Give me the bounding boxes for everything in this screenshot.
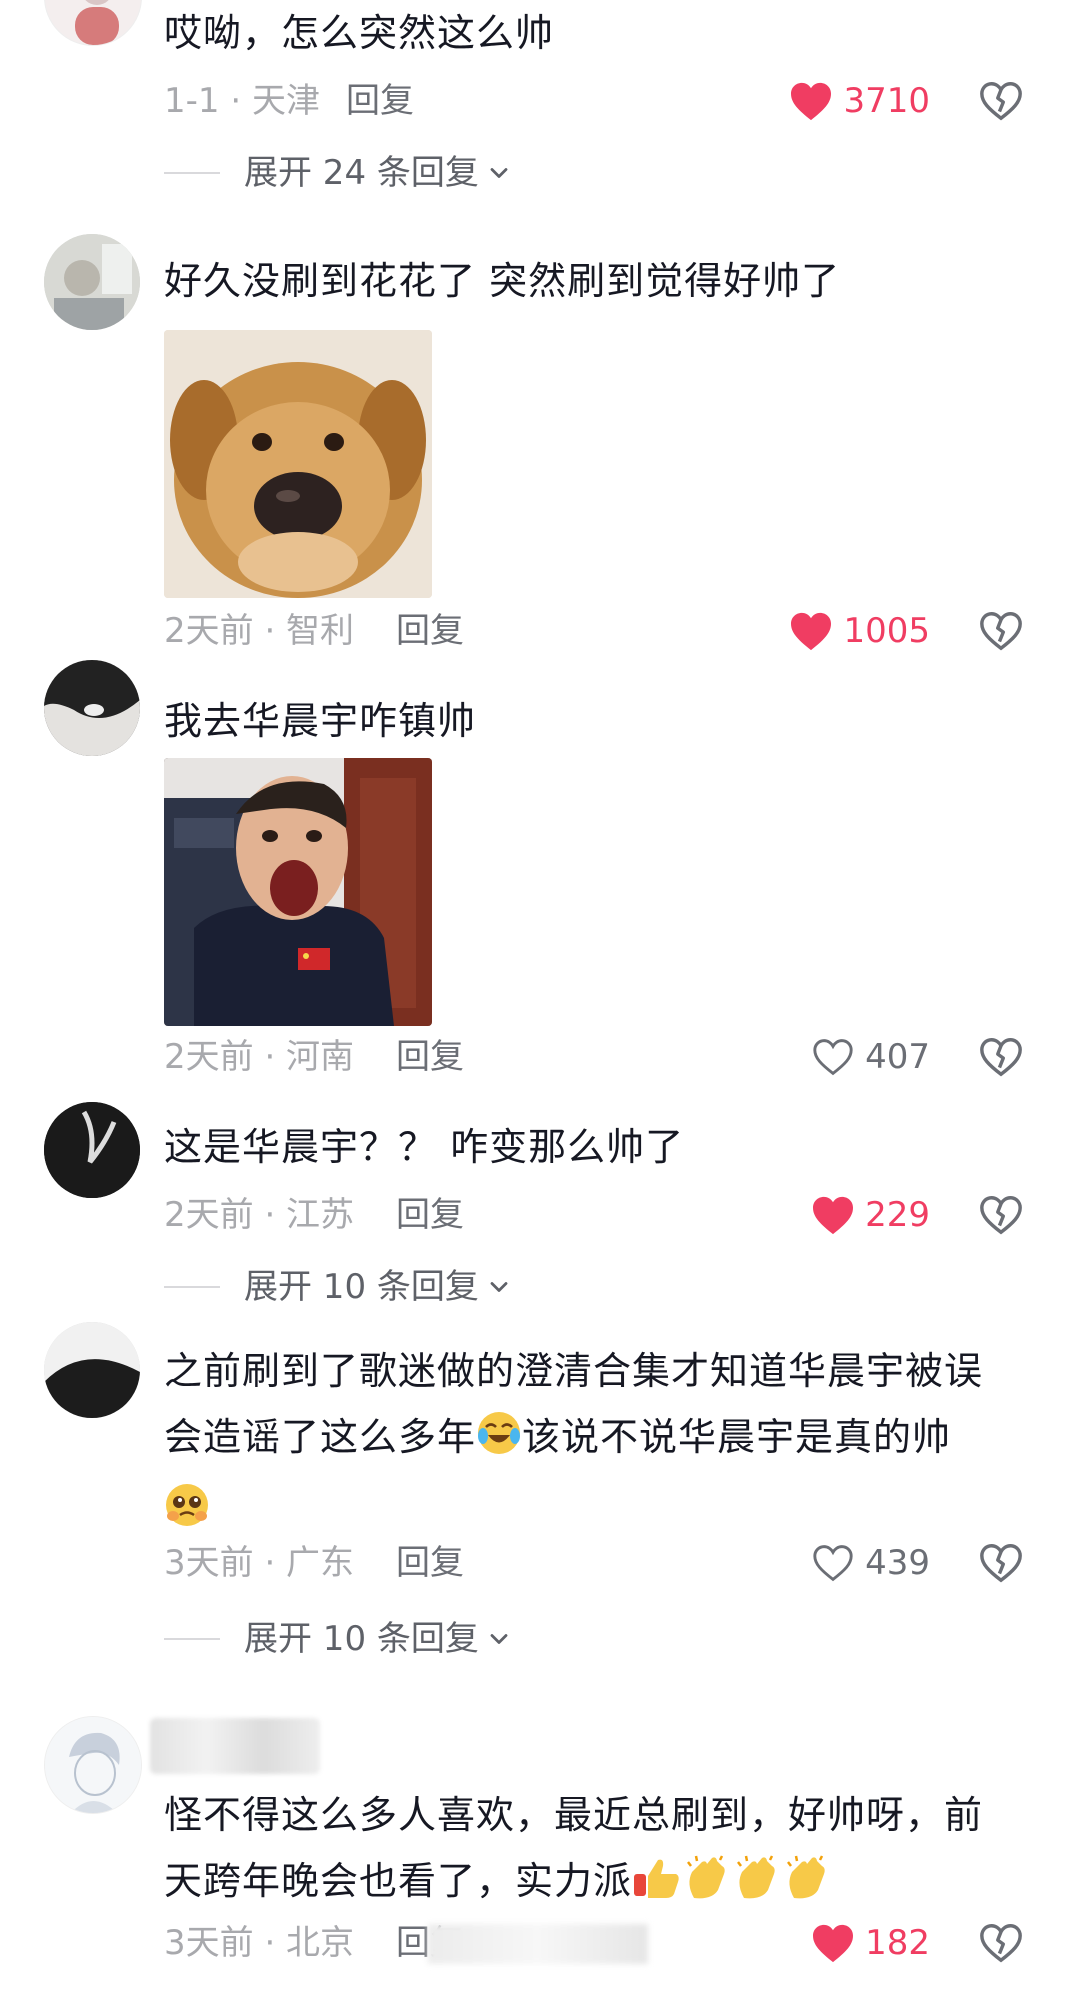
expand-replies-label: 展开 10 条回复 — [244, 1267, 479, 1307]
comment-text-line: 天跨年晚会也看了，实力派 — [164, 1848, 1024, 1920]
like-count: 3710 — [843, 81, 930, 121]
chevron-down-icon — [485, 159, 513, 187]
comment-meta: 2天前 · 江苏 — [164, 1195, 355, 1235]
comment-text-fragment: 该说不说华晨宇是真的帅 — [522, 1415, 952, 1459]
heart-icon — [811, 1195, 855, 1235]
heart-icon — [811, 1037, 855, 1077]
golden-retriever-puppy-meme — [164, 330, 432, 598]
avatar[interactable] — [44, 1716, 142, 1814]
like-button[interactable]: 407 — [811, 1032, 930, 1082]
expand-replies-button[interactable]: 展开 10 条回复 — [164, 1262, 513, 1312]
like-button[interactable]: 439 — [811, 1538, 930, 1588]
blurred-overlay — [428, 1924, 648, 1964]
comment-text: 好久没刷到花花了 突然刷到觉得好帅了 — [164, 259, 841, 303]
clapping-hands-emoji — [782, 1854, 832, 1920]
expand-replies-button[interactable]: 展开 10 条回复 — [164, 1614, 513, 1664]
surprised-man-meme — [164, 758, 432, 1026]
heart-icon — [789, 611, 833, 651]
avatar[interactable] — [44, 234, 140, 330]
reply-button[interactable]: 回复 — [396, 1032, 464, 1082]
divider — [164, 172, 220, 174]
comment-image[interactable] — [164, 330, 432, 598]
comment-text: 之前刷到了歌迷做的澄清合集才知道华晨宇被误 会造谣了这么多年 该说不说华晨宇是真的… — [164, 1338, 1024, 1548]
dislike-icon[interactable] — [978, 78, 1024, 124]
heart-icon — [811, 1543, 855, 1583]
comment-meta: 2天前 · 河南 — [164, 1037, 355, 1077]
clapping-hands-emoji — [732, 1854, 782, 1920]
avatar[interactable] — [44, 1102, 140, 1198]
expand-replies-label: 展开 10 条回复 — [244, 1619, 479, 1659]
divider — [164, 1286, 220, 1288]
dislike-icon[interactable] — [978, 1192, 1024, 1238]
chevron-down-icon — [485, 1273, 513, 1301]
avatar[interactable] — [44, 0, 142, 46]
like-count: 407 — [865, 1037, 930, 1077]
chevron-down-icon — [485, 1625, 513, 1653]
reply-button[interactable]: 回复 — [396, 606, 464, 656]
heart-icon — [789, 81, 833, 121]
comment-text: 怪不得这么多人喜欢，最近总刷到，好帅呀，前 天跨年晚会也看了，实力派 — [164, 1782, 1024, 1920]
comment-text: 我去华晨宇咋镇帅 — [164, 699, 477, 743]
dislike-icon[interactable] — [978, 1920, 1024, 1966]
comment-meta: 1-1 · 天津 — [164, 81, 320, 121]
like-count: 439 — [865, 1543, 930, 1583]
comment-text-line: 会造谣了这么多年 该说不说华晨宇是真的帅 — [164, 1404, 1024, 1476]
comment-meta: 3天前 · 广东 — [164, 1543, 355, 1583]
like-button[interactable]: 1005 — [789, 606, 930, 656]
expand-replies-label: 展开 24 条回复 — [244, 153, 479, 193]
heart-icon — [811, 1923, 855, 1963]
comment-image[interactable] — [164, 758, 432, 1026]
comment-text: 哎呦，怎么突然这么帅 — [164, 11, 555, 55]
comment-text-fragment: 天跨年晚会也看了，实力派 — [164, 1859, 633, 1903]
dislike-icon[interactable] — [978, 1540, 1024, 1586]
divider — [164, 1638, 220, 1640]
comment-text-line: 怪不得这么多人喜欢，最近总刷到，好帅呀，前 — [164, 1793, 984, 1837]
like-count: 1005 — [843, 611, 930, 651]
dislike-icon[interactable] — [978, 608, 1024, 654]
like-count: 229 — [865, 1195, 930, 1235]
avatar[interactable] — [44, 660, 140, 756]
thumbs-up-emoji — [632, 1854, 682, 1920]
clapping-hands-emoji — [682, 1854, 732, 1920]
reply-button[interactable]: 回复 — [346, 76, 414, 126]
like-button[interactable]: 3710 — [789, 76, 930, 126]
reply-button[interactable]: 回复 — [396, 1538, 464, 1588]
comment-text-fragment: 会造谣了这么多年 — [164, 1415, 477, 1459]
blurred-username[interactable] — [150, 1718, 320, 1774]
avatar[interactable] — [44, 1322, 140, 1418]
expand-replies-button[interactable]: 展开 24 条回复 — [164, 148, 513, 198]
crying-laughing-emoji — [476, 1410, 522, 1476]
like-button[interactable]: 229 — [811, 1190, 930, 1240]
like-button[interactable]: 182 — [811, 1918, 930, 1968]
like-count: 182 — [865, 1923, 930, 1963]
comment-text-line: 之前刷到了歌迷做的澄清合集才知道华晨宇被误 — [164, 1349, 984, 1393]
reply-button[interactable]: 回复 — [396, 1190, 464, 1240]
comment-text: 这是华晨宇？？ 咋变那么帅了 — [164, 1125, 685, 1169]
comment-meta: 3天前 · 北京 — [164, 1923, 355, 1963]
dislike-icon[interactable] — [978, 1034, 1024, 1080]
comment-meta: 2天前 · 智利 — [164, 611, 355, 651]
